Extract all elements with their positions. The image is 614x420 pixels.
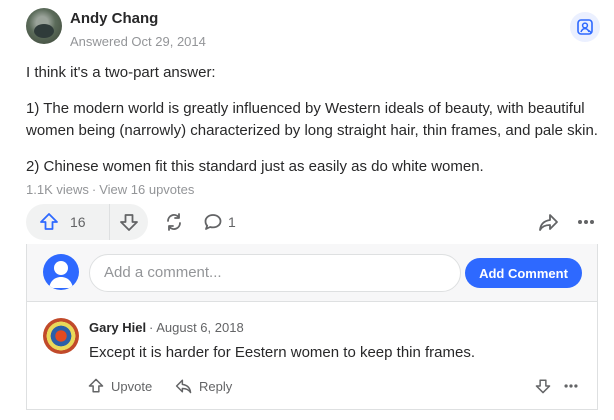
add-comment-button[interactable]: Add Comment (465, 258, 582, 288)
repost-icon (167, 213, 181, 231)
share-button[interactable] (534, 208, 562, 236)
share-arrow-icon (539, 214, 558, 231)
arrow-down-icon (120, 214, 138, 231)
more-options-button[interactable] (572, 208, 600, 236)
answer-paragraph: 2) Chinese women fit this standard just … (26, 158, 484, 175)
action-bar: 16 1 (26, 204, 606, 240)
comment-upvote-button[interactable]: Upvote (87, 374, 152, 398)
repost-button[interactable] (160, 208, 188, 236)
arrow-up-icon (88, 378, 104, 393)
answered-date[interactable]: Answered Oct 29, 2014 (70, 34, 206, 49)
comment-item: Gary Hiel · August 6, 2018 Except it is … (27, 302, 597, 408)
answer-body: I think it's a two-part answer: 1) The m… (26, 62, 606, 192)
user-silhouette-icon (49, 261, 73, 288)
views-count: 1.1K views (26, 182, 89, 197)
comment-author[interactable]: Gary Hiel (89, 320, 146, 335)
more-dots-icon (578, 220, 594, 224)
profile-badge-button[interactable] (570, 12, 600, 42)
answer-paragraph: 1) The modern world is greatly influence… (26, 100, 598, 139)
author-avatar[interactable] (26, 8, 62, 44)
comment-text: Except it is harder for Eestern women to… (89, 344, 476, 361)
user-avatar (43, 254, 79, 290)
view-upvotes-link[interactable]: View 16 upvotes (99, 182, 194, 197)
comment-button[interactable]: 1 (202, 208, 236, 236)
comment-count: 1 (228, 214, 236, 230)
speech-bubble-icon (204, 214, 222, 230)
comment-more-button[interactable] (559, 374, 583, 398)
downvote-button[interactable] (110, 204, 148, 240)
vote-pill: 16 (26, 204, 148, 240)
author-name[interactable]: Andy Chang (70, 10, 158, 27)
more-dots-icon (564, 384, 578, 388)
user-badge-icon (577, 19, 593, 35)
comment-upvote-label: Upvote (111, 378, 153, 394)
upvote-button[interactable]: 16 (26, 204, 110, 240)
comment-downvote-button[interactable] (531, 374, 555, 398)
commenter-avatar[interactable] (43, 318, 79, 354)
arrow-up-icon (40, 213, 58, 230)
reply-arrow-icon (175, 379, 192, 394)
arrow-down-icon (535, 379, 551, 394)
comment-input[interactable]: Add a comment... (89, 254, 461, 292)
comment-reply-button[interactable]: Reply (175, 374, 232, 398)
answer-paragraph: I think it's a two-part answer: (26, 64, 216, 81)
comment-reply-label: Reply (199, 378, 233, 394)
upvote-count: 16 (70, 214, 86, 230)
answer-stats: 1.1K views · View 16 upvotes (26, 182, 194, 197)
stats-separator: · (91, 182, 97, 197)
comment-composer: Add a comment... Add Comment (27, 244, 597, 302)
comment-date: · August 6, 2018 (149, 320, 244, 335)
comments-section: Add a comment... Add Comment Gary Hiel ·… (26, 244, 598, 410)
answer-header: Andy Chang Answered Oct 29, 2014 (26, 8, 606, 52)
